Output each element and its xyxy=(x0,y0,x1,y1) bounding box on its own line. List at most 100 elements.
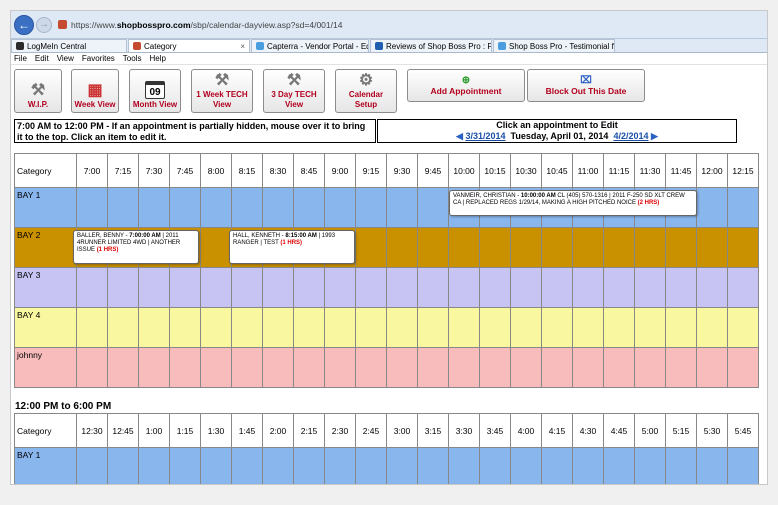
time-slot-cell[interactable] xyxy=(200,447,232,484)
time-slot-cell[interactable] xyxy=(696,347,728,388)
time-slot-cell[interactable] xyxy=(727,307,759,348)
time-slot-cell[interactable] xyxy=(231,267,263,308)
time-slot-cell[interactable] xyxy=(696,447,728,484)
browser-tab[interactable]: Shop Boss Pro - Testimonial fr... xyxy=(493,39,615,52)
time-slot-cell[interactable] xyxy=(355,347,387,388)
time-slot-cell[interactable] xyxy=(634,447,666,484)
time-slot-cell[interactable] xyxy=(169,307,201,348)
time-slot-cell[interactable] xyxy=(107,187,139,228)
time-slot-cell[interactable] xyxy=(200,187,232,228)
time-slot-cell[interactable] xyxy=(603,347,635,388)
time-slot-cell[interactable] xyxy=(541,307,573,348)
time-slot-cell[interactable] xyxy=(262,187,294,228)
time-slot-cell[interactable] xyxy=(572,347,604,388)
time-slot-cell[interactable] xyxy=(355,307,387,348)
one-week-tech-view-button[interactable]: ⚒ 1 Week TECH View xyxy=(191,69,253,113)
time-slot-cell[interactable] xyxy=(696,187,728,228)
next-date-link[interactable]: 4/2/2014 xyxy=(613,131,648,141)
time-slot-cell[interactable] xyxy=(634,227,666,268)
time-slot-cell[interactable] xyxy=(572,447,604,484)
time-slot-cell[interactable] xyxy=(138,307,170,348)
time-slot-cell[interactable] xyxy=(293,187,325,228)
time-slot-cell[interactable] xyxy=(479,267,511,308)
time-slot-cell[interactable] xyxy=(169,347,201,388)
time-slot-cell[interactable] xyxy=(696,227,728,268)
time-slot-cell[interactable] xyxy=(386,347,418,388)
time-slot-cell[interactable] xyxy=(76,307,108,348)
time-slot-cell[interactable] xyxy=(293,347,325,388)
time-slot-cell[interactable] xyxy=(355,227,387,268)
time-slot-cell[interactable] xyxy=(231,447,263,484)
time-slot-cell[interactable] xyxy=(665,447,697,484)
browser-tab[interactable]: Category × xyxy=(128,39,250,52)
time-slot-cell[interactable] xyxy=(665,267,697,308)
time-slot-cell[interactable] xyxy=(200,307,232,348)
time-slot-cell[interactable] xyxy=(262,447,294,484)
time-slot-cell[interactable] xyxy=(417,447,449,484)
appointment-card[interactable]: VANMEIR, CHRISTIAN - 10:00:00 AM CL (405… xyxy=(449,190,697,216)
time-slot-cell[interactable] xyxy=(510,447,542,484)
time-slot-cell[interactable] xyxy=(138,347,170,388)
time-slot-cell[interactable] xyxy=(138,187,170,228)
time-slot-cell[interactable] xyxy=(572,227,604,268)
time-slot-cell[interactable] xyxy=(541,447,573,484)
time-slot-cell[interactable] xyxy=(727,267,759,308)
time-slot-cell[interactable] xyxy=(541,347,573,388)
time-slot-cell[interactable] xyxy=(634,267,666,308)
time-slot-cell[interactable] xyxy=(634,307,666,348)
back-icon[interactable]: ← xyxy=(14,14,34,35)
time-slot-cell[interactable] xyxy=(510,307,542,348)
time-slot-cell[interactable] xyxy=(76,267,108,308)
block-out-date-button[interactable]: ⌧ Block Out This Date xyxy=(527,69,645,102)
time-slot-cell[interactable] xyxy=(200,227,232,268)
time-slot-cell[interactable] xyxy=(572,307,604,348)
appointment-card[interactable]: BALLER, BENNY - 7:00:00 AM | 2011 4RUNNE… xyxy=(73,230,199,264)
time-slot-cell[interactable] xyxy=(76,187,108,228)
time-slot-cell[interactable] xyxy=(448,267,480,308)
time-slot-cell[interactable] xyxy=(603,447,635,484)
time-slot-cell[interactable] xyxy=(262,307,294,348)
time-slot-cell[interactable] xyxy=(169,187,201,228)
menu-item[interactable]: File xyxy=(14,54,27,63)
menu-item[interactable]: View xyxy=(57,54,74,63)
appointment-card[interactable]: HALL, KENNETH - 8:15:00 AM | 1993 RANGER… xyxy=(229,230,355,264)
time-slot-cell[interactable] xyxy=(386,307,418,348)
time-slot-cell[interactable] xyxy=(417,227,449,268)
time-slot-cell[interactable] xyxy=(510,227,542,268)
time-slot-cell[interactable] xyxy=(324,307,356,348)
time-slot-cell[interactable] xyxy=(200,267,232,308)
time-slot-cell[interactable] xyxy=(448,347,480,388)
time-slot-cell[interactable] xyxy=(634,347,666,388)
time-slot-cell[interactable] xyxy=(262,347,294,388)
time-slot-cell[interactable] xyxy=(355,187,387,228)
time-slot-cell[interactable] xyxy=(479,307,511,348)
time-slot-cell[interactable] xyxy=(324,447,356,484)
time-slot-cell[interactable] xyxy=(386,447,418,484)
calendar-setup-button[interactable]: ⚙ Calendar Setup xyxy=(335,69,397,113)
time-slot-cell[interactable] xyxy=(696,307,728,348)
time-slot-cell[interactable] xyxy=(231,187,263,228)
time-slot-cell[interactable] xyxy=(541,227,573,268)
time-slot-cell[interactable] xyxy=(324,267,356,308)
browser-tab[interactable]: LogMeIn Central xyxy=(11,39,127,52)
time-slot-cell[interactable] xyxy=(603,307,635,348)
time-slot-cell[interactable] xyxy=(262,267,294,308)
time-slot-cell[interactable] xyxy=(727,187,759,228)
time-slot-cell[interactable] xyxy=(727,347,759,388)
time-slot-cell[interactable] xyxy=(231,307,263,348)
time-slot-cell[interactable] xyxy=(293,307,325,348)
time-slot-cell[interactable] xyxy=(76,447,108,484)
prev-date-link[interactable]: 3/31/2014 xyxy=(465,131,505,141)
time-slot-cell[interactable] xyxy=(665,307,697,348)
url-field[interactable]: https://www. shopbosspro.com/sbp/calendar… xyxy=(58,20,342,30)
time-slot-cell[interactable] xyxy=(665,347,697,388)
time-slot-cell[interactable] xyxy=(169,447,201,484)
month-view-button[interactable]: 09 Month View xyxy=(129,69,181,113)
time-slot-cell[interactable] xyxy=(355,267,387,308)
time-slot-cell[interactable] xyxy=(324,187,356,228)
menu-item[interactable]: Favorites xyxy=(82,54,115,63)
time-slot-cell[interactable] xyxy=(696,267,728,308)
time-slot-cell[interactable] xyxy=(727,227,759,268)
time-slot-cell[interactable] xyxy=(603,267,635,308)
time-slot-cell[interactable] xyxy=(138,447,170,484)
